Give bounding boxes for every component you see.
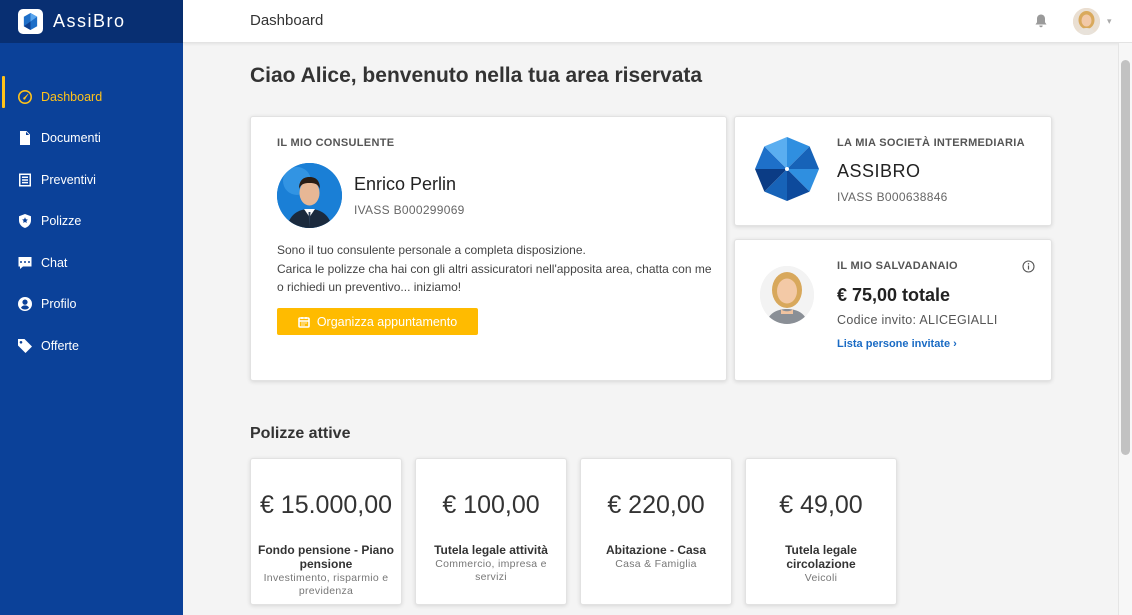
sidebar-item-dashboard[interactable]: Dashboard xyxy=(0,76,183,118)
company-card-label: LA MIA SOCIETÀ INTERMEDIARIA xyxy=(837,137,1025,149)
active-policies-title: Polizze attive xyxy=(250,425,351,442)
chat-icon xyxy=(17,255,33,271)
piggy-bank-card: IL MIO SALVADANAIO € 75,00 totale Codice… xyxy=(734,239,1052,381)
greeting-prefix: Ciao xyxy=(250,64,301,87)
policy-name-text: Fondo pensione - Piano pensione xyxy=(258,543,394,571)
list-icon xyxy=(17,172,33,188)
policy-name: Abitazione - Casa Casa & Famiglia xyxy=(587,543,725,571)
sidebar-item-label: Polizze xyxy=(41,214,82,229)
calendar-icon xyxy=(298,316,310,328)
greeting-user-name: Alice xyxy=(300,64,351,87)
consultant-ivass: IVASS B000299069 xyxy=(354,203,465,217)
welcome-heading: Ciao Alice, benvenuto nella tua area ris… xyxy=(250,64,702,88)
policy-card[interactable]: € 220,00 Abitazione - Casa Casa & Famigli… xyxy=(580,458,732,605)
policy-category: Casa & Famiglia xyxy=(615,558,697,570)
piggy-bank-card-label: IL MIO SALVADANAIO xyxy=(837,260,958,272)
chevron-right-icon: › xyxy=(953,338,957,350)
consultant-name: Enrico Perlin xyxy=(354,174,457,194)
brand-logo-icon[interactable] xyxy=(18,9,43,34)
policy-category: Veicoli xyxy=(804,572,838,584)
schedule-appointment-label: Organizza appuntamento xyxy=(316,314,458,329)
policy-card[interactable]: € 100,00 Tutela legale attività Commercio… xyxy=(415,458,567,605)
shield-star-icon xyxy=(17,213,33,229)
description-line: Sono il tuo consulente personale a compl… xyxy=(277,243,586,257)
sidebar-item-polizze[interactable]: Polizze xyxy=(0,201,183,243)
brand-name[interactable]: AssiBro xyxy=(53,11,126,32)
tag-icon xyxy=(17,338,33,354)
gauge-icon xyxy=(17,89,33,105)
umbrella-logo-icon xyxy=(753,135,821,203)
invited-people-link[interactable]: Lista persone invitate › xyxy=(837,338,957,350)
company-card: LA MIA SOCIETÀ INTERMEDIARIA ASSIBRO IVA… xyxy=(734,116,1052,226)
sidebar-item-label: Offerte xyxy=(41,338,79,353)
sidebar-item-label: Profilo xyxy=(41,297,77,312)
consultant-card-label: IL MIO CONSULENTE xyxy=(277,137,395,149)
description-line: Carica le polizze cha hai con gli altri … xyxy=(277,261,712,295)
policy-name: Fondo pensione - Piano pensione Investime… xyxy=(257,543,395,598)
policy-amount: € 220,00 xyxy=(607,491,705,519)
sidebar-item-profilo[interactable]: Profilo xyxy=(0,284,183,326)
scrollbar-thumb[interactable] xyxy=(1121,60,1130,455)
sidebar-item-label: Documenti xyxy=(41,131,101,146)
policy-name: Tutela legale circolazione Veicoli xyxy=(752,543,890,585)
policy-name-text: Abitazione - Casa xyxy=(605,543,707,557)
sidebar-item-label: Chat xyxy=(41,255,68,270)
sidebar-item-offerte[interactable]: Offerte xyxy=(0,325,183,367)
invite-code: Codice invito: ALICEGIALLI xyxy=(837,313,998,327)
policy-name: Tutela legale attività Commercio, impresa… xyxy=(422,543,560,584)
brand-bar: AssiBro xyxy=(0,0,183,43)
invited-people-link-label: Lista persone invitate xyxy=(837,338,951,350)
consultant-avatar xyxy=(277,163,342,228)
policy-amount: € 100,00 xyxy=(442,491,540,519)
sidebar-item-chat[interactable]: Chat xyxy=(0,242,183,284)
topbar: Dashboard ▾ xyxy=(183,0,1132,43)
greeting-suffix: , benvenuto nella tua area riservata xyxy=(350,64,703,87)
user-photo xyxy=(760,266,814,324)
consultant-description: Sono il tuo consulente personale a compl… xyxy=(277,241,717,297)
page-title: Dashboard xyxy=(250,12,324,29)
company-name: ASSIBRO xyxy=(837,161,921,181)
policy-name-text: Tutela legale attività xyxy=(434,543,548,557)
chevron-down-icon[interactable]: ▾ xyxy=(1107,16,1112,27)
user-avatar[interactable] xyxy=(1073,8,1100,35)
company-ivass: IVASS B000638846 xyxy=(837,190,948,204)
sidebar-item-preventivi[interactable]: Preventivi xyxy=(0,159,183,201)
policy-category: Investimento, risparmio e previdenza xyxy=(263,572,389,597)
schedule-appointment-button[interactable]: Organizza appuntamento xyxy=(277,308,478,335)
policy-category: Commercio, impresa e servizi xyxy=(435,558,547,583)
sidebar: AssiBro Dashboard Documenti Preventivi P… xyxy=(0,0,183,615)
sidebar-nav: Dashboard Documenti Preventivi Polizze C… xyxy=(0,76,183,367)
bell-icon[interactable] xyxy=(1033,13,1049,29)
policy-card[interactable]: € 15.000,00 Fondo pensione - Piano pensi… xyxy=(250,458,402,605)
info-icon[interactable] xyxy=(1022,260,1035,273)
piggy-bank-total: € 75,00 totale xyxy=(837,285,951,305)
user-icon xyxy=(17,296,33,312)
sidebar-item-label: Preventivi xyxy=(41,172,96,187)
consultant-card: IL MIO CONSULENTE Enrico Perlin IVASS B0… xyxy=(250,116,727,381)
sidebar-item-documenti[interactable]: Documenti xyxy=(0,118,183,160)
sidebar-item-label: Dashboard xyxy=(41,89,103,104)
policy-amount: € 15.000,00 xyxy=(259,491,393,519)
document-icon xyxy=(17,130,33,146)
policy-amount: € 49,00 xyxy=(779,491,863,519)
policy-name-text: Tutela legale circolazione xyxy=(785,543,857,571)
policy-card[interactable]: € 49,00 Tutela legale circolazione Veicol… xyxy=(745,458,897,605)
